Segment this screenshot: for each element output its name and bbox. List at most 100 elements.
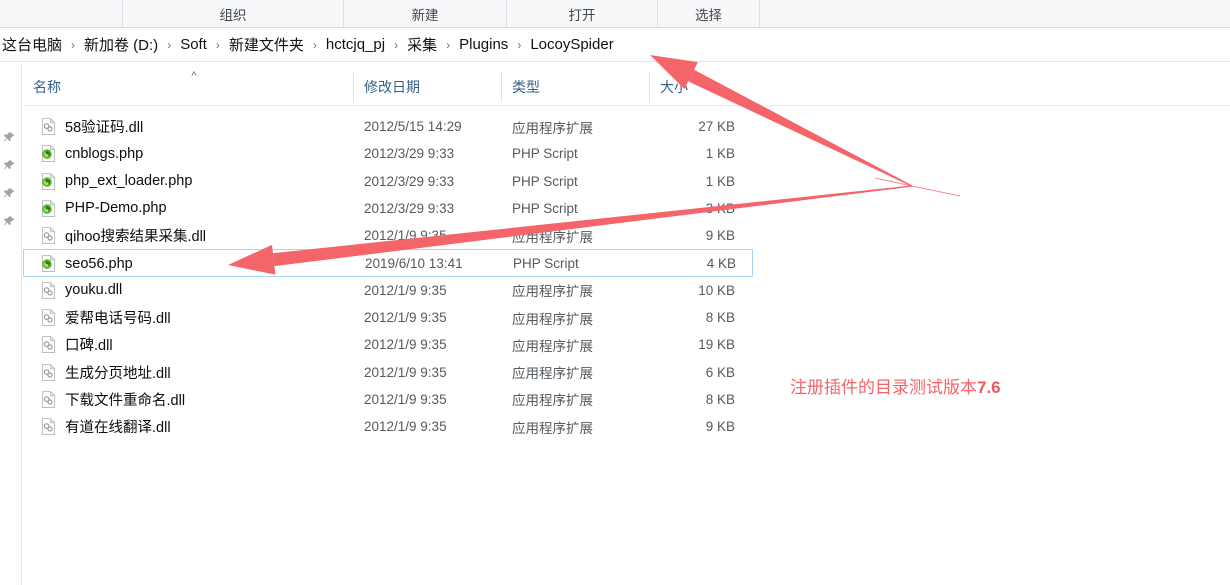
breadcrumb-item-7[interactable]: LocoySpider	[528, 36, 615, 53]
file-name-label: php_ext_loader.php	[65, 173, 192, 189]
file-name-cell: qihoo搜索结果采集.dll	[41, 222, 206, 249]
ribbon-group-label: 新建	[412, 4, 439, 24]
file-row[interactable]: youku.dll2012/1/9 9:35应用程序扩展10 KB	[23, 277, 1230, 304]
dll-file-icon	[41, 418, 56, 435]
file-date-cell: 2012/1/9 9:35	[364, 413, 447, 440]
file-type-cell: PHP Script	[512, 168, 578, 195]
file-row[interactable]: php_ext_loader.php 2012/3/29 9:33 PHP Scri…	[23, 168, 1230, 195]
file-type-cell: PHP Script	[512, 140, 578, 167]
file-row[interactable]: 下载文件重命名.dll2012/1/9 9:35应用程序扩展8 KB	[23, 386, 1230, 413]
file-name-cell: PHP-Demo.php	[41, 195, 167, 222]
file-row[interactable]: 爱帮电话号码.dll2012/1/9 9:35应用程序扩展8 KB	[23, 304, 1230, 331]
ribbon-group-3[interactable]: 选择	[658, 0, 760, 27]
column-headers: 名称 修改日期 类型 大小	[23, 72, 1230, 106]
php-file-icon	[41, 255, 56, 272]
ribbon-group-1[interactable]: 新建	[344, 0, 507, 27]
file-row-selected[interactable]: seo56.php2019/6/10 13:41PHP Script4 KB	[23, 249, 753, 276]
file-row[interactable]: cnblogs.php2012/3/29 9:33PHP Script1 KB	[23, 140, 1230, 167]
file-row[interactable]: 58验证码.dll2012/5/15 14:29应用程序扩展27 KB	[23, 113, 1230, 140]
breadcrumb-item-1[interactable]: 新加卷 (D:)	[82, 34, 160, 55]
file-date-cell: 2012/1/9 9:35	[364, 277, 447, 304]
file-type-cell: 应用程序扩展	[512, 113, 593, 140]
ribbon-group-label: 打开	[569, 4, 596, 24]
breadcrumb-item-2[interactable]: Soft	[178, 36, 209, 53]
file-type-cell: 应用程序扩展	[512, 386, 593, 413]
file-size-cell: 4 KB	[624, 250, 736, 277]
file-size-cell: 1 KB	[623, 168, 735, 195]
column-header-label: 名称	[33, 77, 61, 97]
file-name-label: seo56.php	[65, 256, 133, 272]
file-date-cell: 2012/1/9 9:35	[364, 359, 447, 386]
annotation-note-version: 7.6	[977, 378, 1001, 397]
file-row[interactable]: PHP-Demo.php2012/3/29 9:33PHP Script3 KB	[23, 195, 1230, 222]
file-name-cell: 口碑.dll	[41, 331, 113, 358]
dll-file-icon	[41, 391, 56, 408]
file-name-cell: seo56.php	[41, 250, 133, 277]
ribbon-group-0[interactable]: 组织	[122, 0, 344, 27]
file-name-cell: 58验证码.dll	[41, 113, 143, 140]
file-type-cell: PHP Script	[513, 250, 579, 277]
address-bar[interactable]: 这台电脑›新加卷 (D:)›Soft›新建文件夹›hctcjq_pj›采集›Pl…	[0, 28, 1230, 62]
file-list[interactable]: 58验证码.dll2012/5/15 14:29应用程序扩展27 KBcnblo…	[23, 113, 1230, 443]
breadcrumb-separator-icon: ›	[306, 39, 324, 51]
file-date-cell: 2012/1/9 9:35	[364, 331, 447, 358]
file-row[interactable]: 口碑.dll 2012/1/9 9:35 应用程序扩展 19 KB	[23, 331, 1230, 358]
file-row[interactable]: 生成分页地址.dll2012/1/9 9:35应用程序扩展6 KB	[23, 359, 1230, 386]
ribbon-group-label: 组织	[220, 4, 247, 24]
file-row[interactable]: 有道在线翻译.dll2012/1/9 9:35应用程序扩展9 KB	[23, 413, 1230, 440]
file-type-cell: 应用程序扩展	[512, 304, 593, 331]
ribbon-group-2[interactable]: 打开	[507, 0, 658, 27]
file-name-label: 下载文件重命名.dll	[65, 389, 185, 410]
breadcrumb-item-5[interactable]: 采集	[405, 34, 439, 55]
file-name-cell: 下载文件重命名.dll	[41, 386, 185, 413]
file-date-cell: 2012/3/29 9:33	[364, 168, 454, 195]
column-header-label: 修改日期	[364, 77, 420, 97]
file-size-cell: 9 KB	[623, 222, 735, 249]
pin-icon	[3, 131, 16, 144]
ribbon-toolbar: 组织 新建 打开 选择	[0, 0, 1230, 28]
file-name-cell: youku.dll	[41, 277, 122, 304]
column-header-divider	[23, 105, 1230, 106]
file-type-cell: 应用程序扩展	[512, 359, 593, 386]
column-header-type[interactable]: 类型	[501, 72, 540, 102]
file-row[interactable]: qihoo搜索结果采集.dll2012/1/9 9:35应用程序扩展9 KB	[23, 222, 1230, 249]
column-header-name[interactable]: 名称	[23, 72, 61, 102]
breadcrumb-separator-icon: ›	[439, 39, 457, 51]
file-date-cell: 2012/1/9 9:35	[364, 304, 447, 331]
breadcrumb-item-3[interactable]: 新建文件夹	[227, 34, 306, 55]
breadcrumb-item-4[interactable]: hctcjq_pj	[324, 36, 387, 53]
php-file-icon	[41, 145, 56, 162]
file-name-label: PHP-Demo.php	[65, 200, 167, 216]
file-name-label: 有道在线翻译.dll	[65, 416, 171, 437]
file-type-cell: 应用程序扩展	[512, 277, 593, 304]
file-type-cell: 应用程序扩展	[512, 413, 593, 440]
file-size-cell: 1 KB	[623, 140, 735, 167]
file-name-label: 爱帮电话号码.dll	[65, 307, 171, 328]
column-header-size[interactable]: 大小	[649, 72, 688, 102]
file-name-label: 58验证码.dll	[65, 116, 143, 137]
file-name-cell: 爱帮电话号码.dll	[41, 304, 171, 331]
breadcrumb-separator-icon: ›	[64, 39, 82, 51]
breadcrumb-item-6[interactable]: Plugins	[457, 36, 510, 53]
file-name-cell: 生成分页地址.dll	[41, 359, 171, 386]
file-type-cell: PHP Script	[512, 195, 578, 222]
breadcrumb-item-0[interactable]: 这台电脑	[0, 34, 64, 55]
file-name-cell: 有道在线翻译.dll	[41, 413, 171, 440]
breadcrumb-separator-icon: ›	[387, 39, 405, 51]
file-type-cell: 应用程序扩展	[512, 331, 593, 358]
file-size-cell: 19 KB	[623, 331, 735, 358]
dll-file-icon	[41, 364, 56, 381]
dll-file-icon	[41, 227, 56, 244]
ribbon-group-label: 选择	[695, 4, 722, 24]
pin-icon	[3, 159, 16, 172]
php-file-icon	[41, 173, 56, 190]
file-type-cell: 应用程序扩展	[512, 222, 593, 249]
dll-file-icon	[41, 336, 56, 353]
file-size-cell: 27 KB	[623, 113, 735, 140]
navigation-pane	[0, 62, 22, 585]
breadcrumb-separator-icon: ›	[160, 39, 178, 51]
column-header-date[interactable]: 修改日期	[353, 72, 420, 102]
pin-icon	[3, 187, 16, 200]
file-date-cell: 2012/3/29 9:33	[364, 140, 454, 167]
file-name-label: 生成分页地址.dll	[65, 362, 171, 383]
